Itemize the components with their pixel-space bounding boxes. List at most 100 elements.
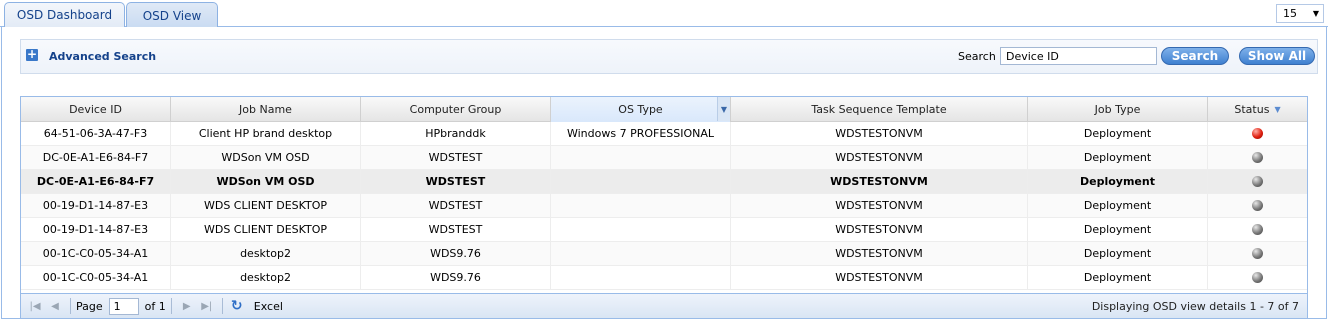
main-panel: + Advanced Search Search Device ID Searc… [1, 27, 1327, 319]
search-label: Search [958, 50, 996, 63]
tab-label: OSD Dashboard [16, 8, 113, 22]
tab-bar: OSD Dashboard OSD View 15 ▼ [0, 0, 1328, 28]
page-number-input[interactable]: 1 [108, 297, 139, 315]
table-row[interactable]: 00-1C-C0-05-34-A1 desktop2 WDS9.76 WDSTESTO… [21, 242, 1307, 266]
column-header-computer-group[interactable]: Computer Group [361, 97, 551, 122]
column-header-job-name[interactable]: Job Name [171, 97, 361, 122]
cell-task-sequence-template: WDSTESTONVM [731, 194, 1028, 217]
sort-desc-icon: ▼ [1274, 105, 1281, 114]
status-red-icon [1252, 128, 1263, 139]
show-all-button[interactable]: Show All [1239, 47, 1315, 65]
cell-device-id: 00-19-D1-14-87-E3 [21, 194, 171, 217]
search-bar: + Advanced Search Search Device ID Searc… [20, 39, 1318, 74]
column-label: Task Sequence Template [811, 103, 947, 116]
cell-status [1208, 122, 1307, 145]
cell-status [1208, 194, 1307, 217]
cell-job-name: desktop2 [171, 266, 361, 289]
status-gray-icon [1252, 152, 1263, 163]
cell-computer-group: WDS9.76 [361, 266, 551, 289]
cell-device-id: 64-51-06-3A-47-F3 [21, 122, 171, 145]
cell-device-id: DC-0E-A1-E6-84-F7 [21, 170, 171, 193]
paging-info: Displaying OSD view details 1 - 7 of 7 [1091, 300, 1299, 313]
cell-job-name: desktop2 [171, 242, 361, 265]
column-label: Job Name [239, 103, 292, 116]
page-size-value: 15 [1283, 7, 1297, 20]
cell-job-name: WDSon VM OSD [171, 146, 361, 169]
advanced-search-link[interactable]: Advanced Search [49, 50, 156, 63]
tab-osd-view[interactable]: OSD View [126, 2, 218, 28]
search-input[interactable]: Device ID [1000, 47, 1157, 65]
prev-page-icon[interactable]: ◀ [45, 301, 65, 312]
tab-osd-dashboard[interactable]: OSD Dashboard [4, 2, 125, 27]
osd-grid: Device ID Job Name Computer Group OS Typ… [20, 96, 1308, 318]
cell-device-id: 00-1C-C0-05-34-A1 [21, 266, 171, 289]
status-gray-icon [1252, 224, 1263, 235]
next-page-icon[interactable]: ▶ [177, 301, 197, 312]
column-menu-trigger-icon[interactable]: ▼ [717, 97, 730, 121]
table-row[interactable]: DC-0E-A1-E6-84-F7 WDSon VM OSD WDSTEST WDST… [21, 170, 1307, 194]
last-page-icon[interactable]: ▶| [197, 301, 217, 312]
cell-task-sequence-template: WDSTESTONVM [731, 170, 1028, 193]
cell-job-type: Deployment [1028, 170, 1208, 193]
grid-header: Device ID Job Name Computer Group OS Typ… [21, 97, 1307, 122]
status-gray-icon [1252, 272, 1263, 283]
cell-computer-group: WDSTEST [361, 170, 551, 193]
expand-plus-icon[interactable]: + [26, 48, 38, 61]
cell-computer-group: HPbranddk [361, 122, 551, 145]
cell-job-name: WDS CLIENT DESKTOP [171, 218, 361, 241]
page-total-label: of 1 [144, 299, 166, 313]
page-size-select[interactable]: 15 ▼ [1276, 4, 1324, 23]
cell-os-type [551, 242, 731, 265]
cell-job-type: Deployment [1028, 242, 1208, 265]
cell-job-name: WDS CLIENT DESKTOP [171, 194, 361, 217]
cell-os-type [551, 194, 731, 217]
column-label: Computer Group [409, 103, 502, 116]
cell-status [1208, 266, 1307, 289]
cell-task-sequence-template: WDSTESTONVM [731, 146, 1028, 169]
page-number-value: 1 [113, 299, 121, 313]
cell-task-sequence-template: WDSTESTONVM [731, 242, 1028, 265]
column-header-status[interactable]: Status ▼ [1208, 97, 1307, 122]
column-header-device-id[interactable]: Device ID [21, 97, 171, 122]
cell-computer-group: WDSTEST [361, 194, 551, 217]
cell-status [1208, 218, 1307, 241]
cell-device-id: 00-1C-C0-05-34-A1 [21, 242, 171, 265]
cell-computer-group: WDS9.76 [361, 242, 551, 265]
cell-task-sequence-template: WDSTESTONVM [731, 218, 1028, 241]
cell-os-type [551, 146, 731, 169]
column-header-task-sequence-template[interactable]: Task Sequence Template [731, 97, 1028, 122]
cell-job-name: Client HP brand desktop [171, 122, 361, 145]
cell-os-type: Windows 7 PROFESSIONAL [551, 122, 731, 145]
cell-job-name: WDSon VM OSD [171, 170, 361, 193]
toolbar-separator [70, 298, 71, 314]
table-row[interactable]: DC-0E-A1-E6-84-F7 WDSon VM OSD WDSTEST WDST… [21, 146, 1307, 170]
toolbar-separator [221, 298, 223, 314]
column-header-os-type[interactable]: OS Type ▼ [551, 97, 731, 122]
tab-label: OSD View [142, 8, 202, 23]
cell-job-type: Deployment [1028, 122, 1208, 145]
column-header-job-type[interactable]: Job Type [1028, 97, 1208, 122]
toolbar-separator [170, 298, 172, 314]
table-row[interactable]: 00-19-D1-14-87-E3 WDS CLIENT DESKTOP WDSTE… [21, 194, 1307, 218]
cell-os-type [551, 218, 731, 241]
cell-computer-group: WDSTEST [361, 146, 551, 169]
cell-os-type [551, 170, 731, 193]
table-row[interactable]: 64-51-06-3A-47-F3 Client HP brand desktop… [21, 122, 1307, 146]
cell-device-id: 00-19-D1-14-87-E3 [21, 218, 171, 241]
column-label: OS Type [618, 103, 663, 116]
cell-status [1208, 242, 1307, 265]
table-row[interactable]: 00-1C-C0-05-34-A1 desktop2 WDS9.76 WDSTESTO… [21, 266, 1307, 290]
first-page-icon[interactable]: |◀ [25, 301, 45, 312]
status-gray-icon [1252, 176, 1263, 187]
status-gray-icon [1252, 200, 1263, 211]
cell-task-sequence-template: WDSTESTONVM [731, 266, 1028, 289]
column-label: Device ID [69, 103, 122, 116]
table-row[interactable]: 00-19-D1-14-87-E3 WDS CLIENT DESKTOP WDSTE… [21, 218, 1307, 242]
search-button[interactable]: Search [1161, 47, 1229, 65]
cell-status [1208, 146, 1307, 169]
status-gray-icon [1252, 248, 1263, 259]
refresh-icon[interactable]: ↻ [228, 298, 246, 314]
cell-job-type: Deployment [1028, 146, 1208, 169]
cell-device-id: DC-0E-A1-E6-84-F7 [21, 146, 171, 169]
excel-export-link[interactable]: Excel [254, 300, 283, 313]
